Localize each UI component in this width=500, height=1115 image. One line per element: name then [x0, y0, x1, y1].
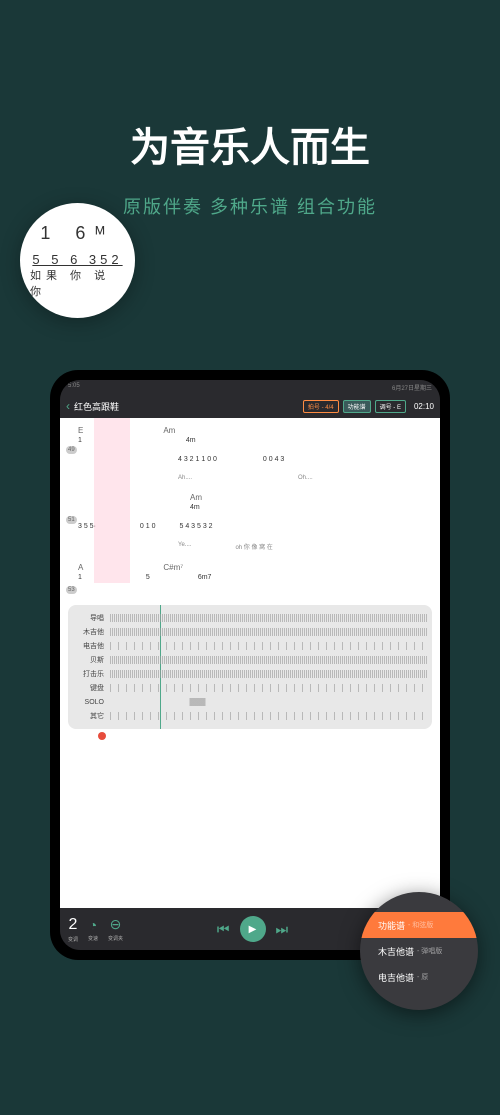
waveform: [110, 628, 428, 636]
track-label: 电吉他: [72, 641, 104, 651]
badge-key[interactable]: 调号 - E: [375, 400, 406, 413]
notes: 0 0 4 3: [263, 456, 284, 463]
control-label: 变速: [88, 935, 98, 942]
track-label: 其它: [72, 711, 104, 721]
bar-number: 53: [66, 586, 77, 594]
magnifier-overlay: 1 6ᴹ 5 5 6 352 如果 你 说你: [20, 203, 135, 318]
track-label: 导唱: [72, 613, 104, 623]
option-sub: - 弹唱版: [417, 946, 442, 956]
score-select-popup: 功能谱 - 和弦版 木吉他谱 - 弹唱版 电吉他谱 - 原: [360, 892, 478, 1010]
screen: 5:05 6月27日星期三 ‹ 红色高跟鞋 拍号 - 4/4 功能谱 调号 - …: [60, 380, 440, 950]
back-button[interactable]: ‹: [66, 399, 70, 413]
chord-label: 6m7: [198, 574, 212, 581]
timer: 02:10: [414, 402, 434, 411]
chord-label: C#m⁷: [163, 563, 183, 572]
note: 5: [146, 574, 150, 581]
track-row[interactable]: 其它: [72, 709, 428, 723]
score-option-acoustic[interactable]: 木吉他谱 - 弹唱版: [360, 938, 478, 964]
track-row[interactable]: 贝斯: [72, 653, 428, 667]
song-title: 红色高跟鞋: [74, 400, 299, 413]
transpose-control[interactable]: 2 变调: [68, 916, 78, 943]
track-label: 木吉他: [72, 627, 104, 637]
track-mixer: 导唱 木吉他 电吉他 贝斯 打击乐 键盘 SOLO 其它: [68, 605, 432, 729]
sheet-music-area[interactable]: E Am 49 1 4m 4 3 2 1 1 0 0 0 0 4 3 Ah...…: [60, 418, 440, 908]
notes: 5 4 3 5 3 2: [179, 523, 212, 530]
lyric: Oh....: [298, 475, 313, 481]
track-row[interactable]: 键盘: [72, 681, 428, 695]
waveform: [110, 698, 428, 706]
tempo-icon: ◔: [89, 917, 97, 933]
next-button[interactable]: ⏭: [276, 921, 289, 937]
waveform: [110, 670, 428, 678]
lyric: oh 你 像 窝 在: [235, 542, 272, 551]
waveform: [110, 642, 428, 650]
option-sub: - 原: [417, 972, 428, 982]
capo-icon: ⊖: [110, 917, 122, 933]
option-main: 木吉他谱: [378, 945, 414, 958]
chord-label: 4m: [190, 504, 200, 511]
badge-function-score[interactable]: 功能谱: [343, 400, 371, 413]
magnified-lyrics: 如果 你 说你: [30, 267, 125, 299]
status-bar: 5:05 6月27日星期三: [60, 380, 440, 394]
waveform: [110, 684, 428, 692]
bar-number: 51: [66, 516, 77, 524]
chord-label: A: [78, 563, 83, 572]
track-label: SOLO: [72, 699, 104, 706]
score-option-function[interactable]: 功能谱 - 和弦版: [360, 912, 478, 938]
option-main: 功能谱: [378, 919, 405, 932]
timeline-playhead[interactable]: [98, 732, 106, 740]
chord-label: 4m: [186, 437, 196, 444]
note: 1: [78, 437, 82, 444]
lyric: Ah....: [178, 475, 192, 481]
prev-button[interactable]: ⏮: [217, 921, 230, 937]
topbar: ‹ 红色高跟鞋 拍号 - 4/4 功能谱 调号 - E 02:10: [60, 394, 440, 418]
chord-label: Am: [190, 493, 202, 502]
lyric: Ye....: [178, 542, 191, 551]
score-option-electric[interactable]: 电吉他谱 - 原: [360, 964, 478, 990]
option-sub: - 和弦版: [408, 920, 433, 930]
chord-label: Am: [163, 426, 175, 435]
control-label: 变调夹: [108, 935, 123, 942]
track-row[interactable]: 导唱: [72, 611, 428, 625]
control-label: 变调: [68, 936, 78, 943]
track-row[interactable]: SOLO: [72, 695, 428, 709]
track-label: 打击乐: [72, 669, 104, 679]
tempo-control[interactable]: ◔ 变速: [88, 917, 98, 942]
timeline-scrubber[interactable]: [68, 733, 432, 739]
chord-label: E: [78, 426, 83, 435]
notes: 0 1 0: [140, 523, 156, 530]
track-row[interactable]: 木吉他: [72, 625, 428, 639]
transpose-value: 2: [69, 916, 78, 934]
play-button[interactable]: ▶: [240, 916, 266, 942]
magnified-notes: 5 5 6 352: [32, 252, 122, 267]
bar-number: 49: [66, 446, 77, 454]
tablet-frame: 5:05 6月27日星期三 ‹ 红色高跟鞋 拍号 - 4/4 功能谱 调号 - …: [50, 370, 450, 960]
status-date: 6月27日星期三: [392, 383, 432, 391]
playback-highlight: [94, 418, 130, 583]
track-label: 贝斯: [72, 655, 104, 665]
note: 1: [78, 574, 82, 581]
waveform: [110, 712, 428, 720]
status-time: 5:05: [68, 383, 80, 391]
notes: 4 3 2 1 1 0 0: [178, 456, 217, 463]
track-row[interactable]: 打击乐: [72, 667, 428, 681]
badge-time-sig[interactable]: 拍号 - 4/4: [303, 400, 339, 413]
playhead[interactable]: [160, 605, 161, 729]
track-row[interactable]: 电吉他: [72, 639, 428, 653]
waveform: [110, 656, 428, 664]
capo-control[interactable]: ⊖ 变调夹: [108, 917, 123, 942]
track-label: 键盘: [72, 683, 104, 693]
option-main: 电吉他谱: [378, 971, 414, 984]
magnified-chords: 1 6ᴹ: [40, 223, 114, 244]
waveform: [110, 614, 428, 622]
hero-title: 为音乐人而生: [0, 115, 500, 173]
